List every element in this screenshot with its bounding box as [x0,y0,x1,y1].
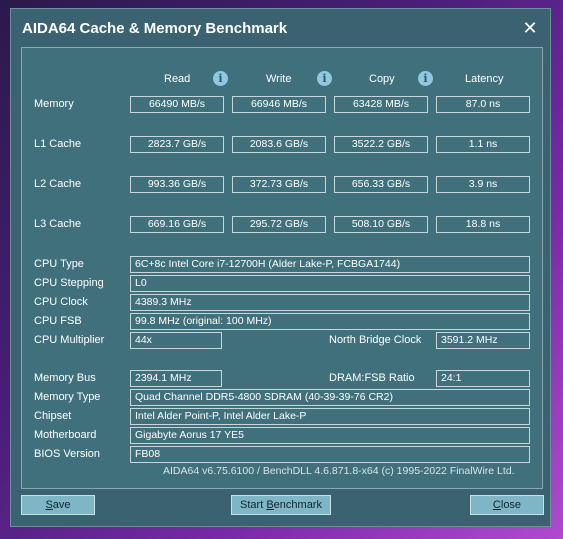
cpu-multiplier-label: CPU Multiplier [34,334,105,346]
l1-read-value: 2823.7 GB/s [130,136,224,153]
l3-copy-value: 508.10 GB/s [334,216,428,233]
close-icon[interactable]: ✕ [520,18,540,38]
copy-info-icon[interactable]: i [418,71,433,86]
l2-latency-value: 3.9 ns [436,176,530,193]
close-label: lose [500,499,522,511]
row-label-memory: Memory [34,98,74,110]
bios-version-value: FB08 [130,446,530,463]
motherboard-value: Gigabyte Aorus 17 YE5 [130,427,530,444]
benchmark-window: AIDA64 Cache & Memory Benchmark ✕ Read i… [10,8,551,527]
l3-latency-value: 18.8 ns [436,216,530,233]
close-accel: C [492,499,501,511]
results-panel: Read i Write i Copy i Latency Memory 664… [21,47,543,489]
start-accel: B [266,499,274,511]
memory-bus-label: Memory Bus [34,372,96,384]
column-read: Read [164,73,191,85]
column-write: Write [266,73,292,85]
cpu-clock-value: 4389.3 MHz [130,294,530,311]
cpu-stepping-value: L0 [130,275,530,292]
memory-latency-value: 87.0 ns [436,96,530,113]
cpu-fsb-label: CPU FSB [34,315,82,327]
l3-write-value: 295.72 GB/s [232,216,326,233]
read-info-icon[interactable]: i [213,71,228,86]
save-button[interactable]: Save [21,495,95,515]
row-label-l1: L1 Cache [34,138,82,150]
cpu-type-label: CPU Type [34,258,84,270]
title-bar: AIDA64 Cache & Memory Benchmark ✕ [11,9,550,49]
l2-write-value: 372.73 GB/s [232,176,326,193]
l1-write-value: 2083.6 GB/s [232,136,326,153]
memory-copy-value: 63428 MB/s [334,96,428,113]
dram-fsb-ratio-label: DRAM:FSB Ratio [329,372,415,384]
memory-bus-value: 2394.1 MHz [130,370,222,387]
cpu-stepping-label: CPU Stepping [34,277,104,289]
memory-type-label: Memory Type [34,391,101,403]
close-button[interactable]: Close [470,495,544,515]
save-accel: S [45,499,53,511]
l2-copy-value: 656.33 GB/s [334,176,428,193]
row-label-l3: L3 Cache [34,218,82,230]
column-copy: Copy [369,73,395,85]
start-label-rest: enchmark [273,499,322,511]
copyright-footer: AIDA64 v6.75.6100 / BenchDLL 4.6.871.8-x… [163,465,515,477]
row-label-l2: L2 Cache [34,178,82,190]
bios-version-label: BIOS Version [34,448,101,460]
motherboard-label: Motherboard [34,429,97,441]
cpu-type-value: 6C+8c Intel Core i7-12700H (Alder Lake-P… [130,256,530,273]
chipset-value: Intel Alder Point-P, Intel Alder Lake-P [130,408,530,425]
l1-latency-value: 1.1 ns [436,136,530,153]
l3-read-value: 669.16 GB/s [130,216,224,233]
nb-clock-label: North Bridge Clock [329,334,422,346]
l2-read-value: 993.36 GB/s [130,176,224,193]
start-benchmark-button[interactable]: Start Benchmark [231,495,331,515]
start-label-pre: Start [240,499,267,511]
write-info-icon[interactable]: i [317,71,332,86]
save-label: ave [52,499,71,511]
memory-read-value: 66490 MB/s [130,96,224,113]
memory-write-value: 66946 MB/s [232,96,326,113]
l1-copy-value: 3522.2 GB/s [334,136,428,153]
nb-clock-value: 3591.2 MHz [436,332,530,349]
memory-type-value: Quad Channel DDR5-4800 SDRAM (40-39-39-7… [130,389,530,406]
column-latency: Latency [465,73,504,85]
window-title: AIDA64 Cache & Memory Benchmark [22,20,288,37]
chipset-label: Chipset [34,410,72,422]
cpu-fsb-value: 99.8 MHz (original: 100 MHz) [130,313,530,330]
dram-fsb-ratio-value: 24:1 [436,370,530,387]
cpu-clock-label: CPU Clock [34,296,88,308]
cpu-multiplier-value: 44x [130,332,222,349]
